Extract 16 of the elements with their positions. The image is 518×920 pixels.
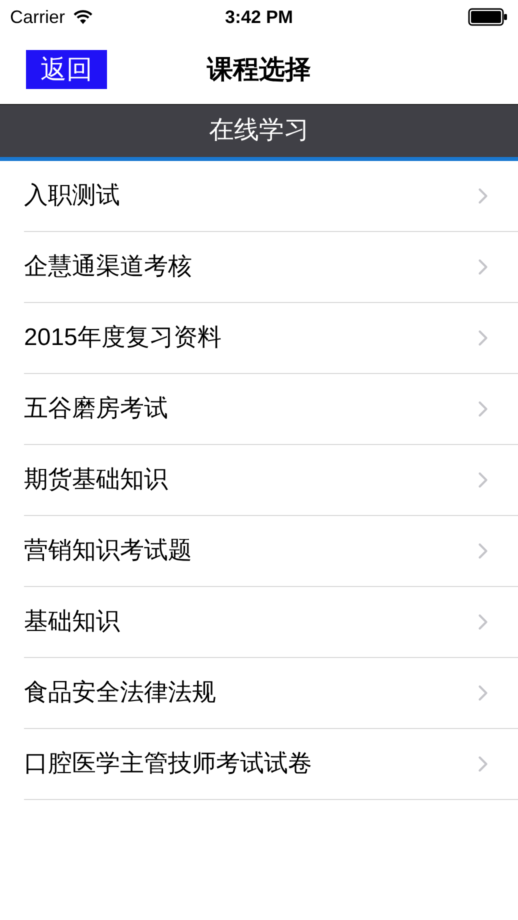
course-item[interactable]: 入职测试 [24, 161, 518, 232]
carrier-name: Carrier [10, 6, 66, 28]
course-item[interactable]: 五谷磨房考试 [24, 374, 518, 445]
course-item[interactable]: 营销知识考试题 [24, 516, 518, 587]
course-item[interactable]: 企慧通渠道考核 [24, 232, 518, 303]
course-item[interactable]: 口腔医学主管技师考试试卷 [24, 729, 518, 800]
status-time: 3:42 PM [224, 6, 294, 28]
course-item[interactable]: 期货基础知识 [24, 445, 518, 516]
course-item[interactable]: 2015年度复习资料 [24, 303, 518, 374]
course-item[interactable]: 食品安全法律法规 [24, 658, 518, 729]
course-item[interactable]: 基础知识 [24, 587, 518, 658]
back-button[interactable]: 返回 [26, 50, 107, 88]
section-title: 在线学习 [209, 115, 309, 146]
wifi-icon [73, 10, 94, 24]
nav-title: 课程选择 [207, 52, 311, 86]
battery-icon [468, 8, 508, 26]
